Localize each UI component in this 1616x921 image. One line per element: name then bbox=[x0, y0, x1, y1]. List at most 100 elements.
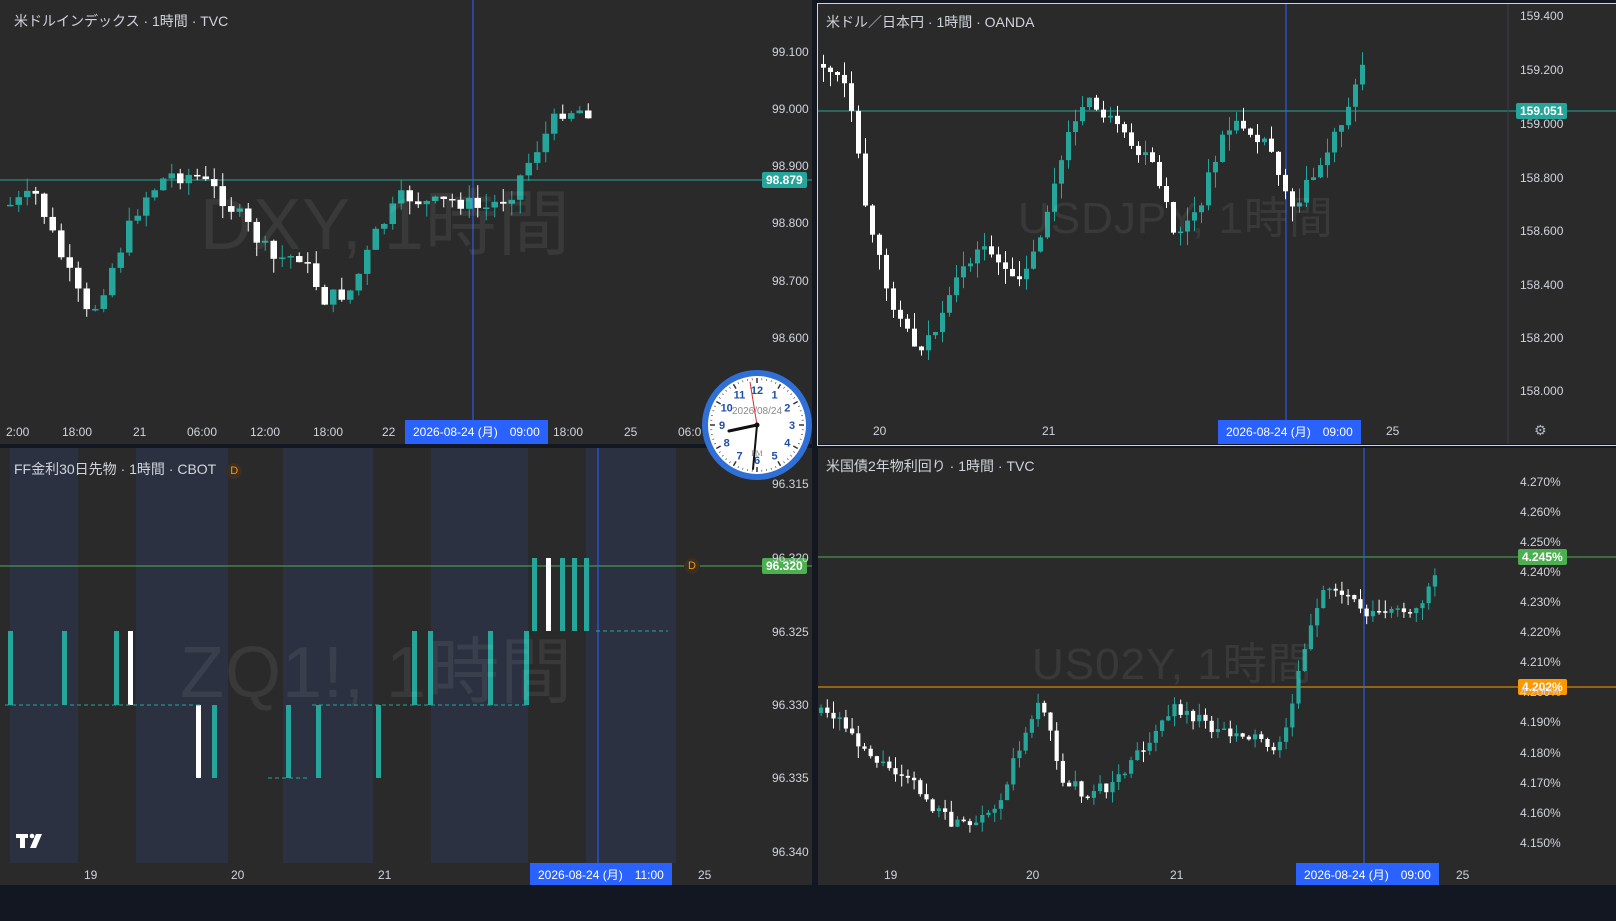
zq-dividend-marker[interactable]: D bbox=[684, 558, 700, 574]
us02y-candle bbox=[1209, 715, 1214, 739]
zq-crosshair-date: 2026-08-24 (月) 11:00 bbox=[530, 863, 672, 885]
us02y-candle bbox=[1079, 780, 1084, 803]
dxy-candle bbox=[143, 191, 150, 227]
us02y-candle bbox=[1191, 709, 1196, 730]
us02y-candle bbox=[1321, 585, 1326, 609]
us02y-candle bbox=[998, 793, 1003, 820]
clock-number: 4 bbox=[784, 438, 791, 450]
usdjpy-candle bbox=[1346, 97, 1351, 130]
us02y-candle bbox=[980, 805, 985, 832]
dxy-candle bbox=[32, 186, 39, 205]
dxy-candle bbox=[15, 190, 22, 212]
us02y-candle bbox=[961, 816, 966, 823]
usdjpy-price-label: 158.000 bbox=[1520, 384, 1564, 398]
us02y-candle bbox=[1339, 581, 1344, 604]
dxy-candle bbox=[151, 188, 158, 201]
us02y-candle bbox=[1414, 607, 1419, 623]
dxy-candle bbox=[338, 277, 345, 302]
dxy-price-label: 98.600 bbox=[772, 331, 809, 345]
us02y-candle bbox=[949, 800, 954, 828]
us02y-candle bbox=[1358, 588, 1363, 614]
us02y-candle bbox=[1389, 606, 1394, 619]
usdjpy-candle bbox=[905, 314, 910, 332]
dxy-symbol-title[interactable]: 米ドルインデックス · 1時間 · TVC bbox=[14, 11, 228, 31]
us02y-candle bbox=[1333, 583, 1338, 597]
usdjpy-candle bbox=[884, 248, 889, 301]
us02y-candle bbox=[986, 809, 991, 818]
dividend-badge[interactable]: D bbox=[226, 463, 243, 479]
dxy-candle bbox=[117, 247, 124, 273]
usdjpy-candle bbox=[1262, 136, 1267, 146]
dxy-candle bbox=[49, 207, 56, 233]
usdjpy-candle bbox=[1276, 151, 1281, 186]
us02y-candle bbox=[1085, 795, 1090, 800]
dxy-time-label: 06:0 bbox=[678, 425, 702, 439]
clock-number: 7 bbox=[736, 450, 742, 462]
dxy-candle bbox=[66, 244, 73, 282]
us02y-candle bbox=[1129, 756, 1134, 779]
usdjpy-candle bbox=[863, 137, 868, 207]
usdjpy-candle bbox=[849, 71, 854, 123]
us02y-candle bbox=[825, 699, 830, 718]
dxy-time-label: 06:00 bbox=[187, 425, 218, 439]
us02y-candle bbox=[1054, 722, 1059, 770]
us02y-candle bbox=[1023, 727, 1028, 755]
zq-time-label: 21 bbox=[378, 868, 392, 882]
us02y-candle bbox=[1203, 708, 1208, 729]
zq-price-label: 96.325 bbox=[772, 625, 809, 639]
us02y-symbol-title[interactable]: 米国債2年物利回り · 1時間 · TVC bbox=[826, 456, 1034, 476]
usdjpy-price-label: 159.000 bbox=[1520, 117, 1564, 131]
chart-pane-zq[interactable]: ZQ1!, 1時間 FF金利30日先物 · 1時間 · CBOT D 96.320… bbox=[0, 448, 812, 885]
chart-pane-us02y[interactable]: US02Y, 1時間 米国債2年物利回り · 1時間 · TVC 4.245% … bbox=[818, 448, 1616, 885]
us02y-candle bbox=[1259, 731, 1264, 743]
us02y-candle bbox=[1104, 783, 1109, 799]
us02y-price-label: 4.260% bbox=[1520, 505, 1561, 519]
us02y-time-label: 21 bbox=[1170, 868, 1184, 882]
usdjpy-candle bbox=[877, 233, 882, 270]
dxy-time-label: 21 bbox=[133, 425, 147, 439]
us02y-candle bbox=[1048, 712, 1053, 742]
chart-pane-dxy[interactable]: DXY, 1時間 米ドルインデックス · 1時間 · TVC 98.879 99… bbox=[0, 0, 812, 444]
usdjpy-candle bbox=[1101, 100, 1106, 123]
usdjpy-price-label: 159.400 bbox=[1520, 9, 1564, 23]
dxy-candle bbox=[355, 273, 362, 296]
us02y-candle bbox=[1234, 725, 1239, 742]
zq-price-label: 96.335 bbox=[772, 771, 809, 785]
usdjpy-price-label: 159.200 bbox=[1520, 63, 1564, 77]
usdjpy-candle bbox=[1332, 127, 1337, 163]
dxy-candle bbox=[330, 289, 337, 313]
usdjpy-candle bbox=[1122, 121, 1127, 139]
us02y-candle bbox=[843, 709, 848, 733]
chart-pane-usdjpy[interactable]: USDJPY, 1時間 米ドル／日本円 · 1時間 · OANDA 159.05… bbox=[818, 4, 1616, 444]
gear-icon[interactable]: ⚙ bbox=[1534, 422, 1547, 439]
usdjpy-candle bbox=[828, 65, 833, 87]
zq-price-label: 96.320 bbox=[772, 551, 809, 565]
clock-number: 2 bbox=[784, 403, 790, 415]
usdjpy-candle bbox=[1010, 257, 1015, 277]
zq-symbol-title[interactable]: FF金利30日先物 · 1時間 · CBOT D bbox=[14, 459, 243, 479]
clock-date: 2026/08/24 bbox=[732, 406, 782, 417]
us02y-candle bbox=[887, 756, 892, 771]
dxy-price-label: 99.100 bbox=[772, 45, 809, 59]
usdjpy-price-label: 158.200 bbox=[1520, 331, 1564, 345]
usdjpy-crosshair-date: 2026-08-24 (月) 09:00 bbox=[1218, 420, 1361, 444]
dxy-last-price-tag: 98.879 bbox=[762, 172, 807, 188]
clock-center bbox=[754, 422, 760, 428]
us02y-price-label: 4.190% bbox=[1520, 715, 1561, 729]
dxy-price-label: 98.900 bbox=[772, 159, 809, 173]
us02y-candle bbox=[819, 704, 824, 717]
clock-number: 3 bbox=[789, 420, 795, 432]
tradingview-logo[interactable] bbox=[16, 832, 50, 850]
us02y-candle bbox=[924, 783, 929, 802]
zq-price-label: 96.330 bbox=[772, 698, 809, 712]
us02y-candle bbox=[1110, 770, 1115, 803]
dxy-candle bbox=[177, 168, 184, 190]
analog-clock-widget[interactable]: 12 1 2 3 4 5 6 7 8 9 10 11 2026/08/24 PM bbox=[700, 368, 814, 482]
us02y-candle bbox=[1246, 734, 1251, 741]
us02y-candle bbox=[1116, 764, 1121, 791]
us02y-candle bbox=[1073, 770, 1078, 790]
usdjpy-symbol-title[interactable]: 米ドル／日本円 · 1時間 · OANDA bbox=[826, 12, 1034, 32]
us02y-time-label: 25 bbox=[1456, 868, 1470, 882]
usdjpy-candle bbox=[919, 345, 924, 356]
usdjpy-candle bbox=[1073, 109, 1078, 146]
